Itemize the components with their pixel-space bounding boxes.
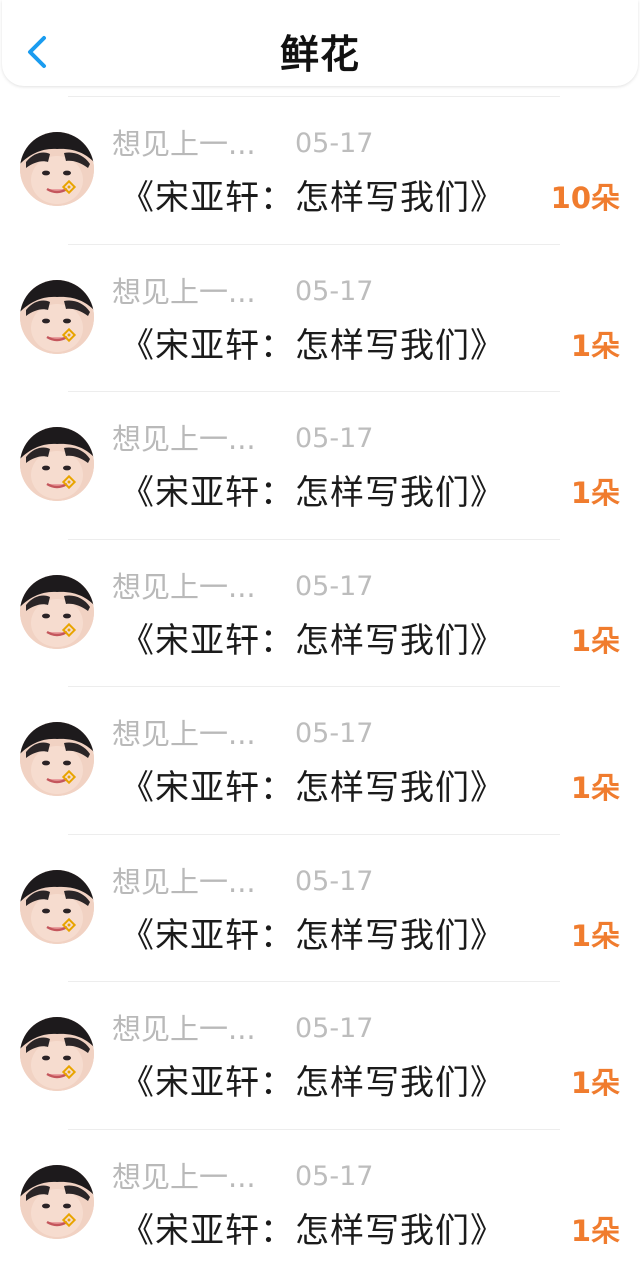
divider (68, 686, 560, 687)
avatar[interactable] (20, 427, 94, 501)
book-title: 《宋亚轩：怎样写我们》 (120, 617, 505, 665)
avatar-image (20, 427, 94, 501)
divider (68, 391, 560, 392)
avatar[interactable] (20, 280, 94, 354)
list-item[interactable]: 想见上一... 05-17 《宋亚轩：怎样写我们》 1朵 (0, 1129, 640, 1276)
user-name: 想见上一... (112, 1157, 256, 1197)
avatar-image (20, 870, 94, 944)
divider (68, 981, 560, 982)
flower-list: 想见上一... 05-17 《宋亚轩：怎样写我们》 10朵 想见上一... 05… (0, 96, 640, 1276)
avatar[interactable] (20, 132, 94, 206)
book-title: 《宋亚轩：怎样写我们》 (120, 1207, 505, 1255)
date-label: 05-17 (295, 862, 373, 902)
book-title: 《宋亚轩：怎样写我们》 (120, 174, 505, 222)
flower-count: 1朵 (571, 324, 620, 368)
flower-count: 1朵 (571, 766, 620, 810)
book-title: 《宋亚轩：怎样写我们》 (120, 764, 505, 812)
user-name: 想见上一... (112, 567, 256, 607)
avatar[interactable] (20, 722, 94, 796)
flower-count: 1朵 (571, 1061, 620, 1105)
avatar-image (20, 1017, 94, 1091)
list-item[interactable]: 想见上一... 05-17 《宋亚轩：怎样写我们》 1朵 (0, 981, 640, 1129)
date-label: 05-17 (295, 567, 373, 607)
user-name: 想见上一... (112, 272, 256, 312)
list-item[interactable]: 想见上一... 05-17 《宋亚轩：怎样写我们》 1朵 (0, 539, 640, 687)
avatar-image (20, 722, 94, 796)
divider (68, 539, 560, 540)
avatar[interactable] (20, 870, 94, 944)
book-title: 《宋亚轩：怎样写我们》 (120, 322, 505, 370)
date-label: 05-17 (295, 714, 373, 754)
avatar[interactable] (20, 1165, 94, 1239)
user-name: 想见上一... (112, 714, 256, 754)
divider (68, 834, 560, 835)
book-title: 《宋亚轩：怎样写我们》 (120, 912, 505, 960)
flower-count: 1朵 (571, 914, 620, 958)
flower-count: 1朵 (571, 1209, 620, 1253)
top-nav-bar: 鲜花 (2, 0, 638, 86)
avatar-image (20, 132, 94, 206)
list-item[interactable]: 想见上一... 05-17 《宋亚轩：怎样写我们》 1朵 (0, 244, 640, 392)
divider (68, 96, 560, 97)
user-name: 想见上一... (112, 419, 256, 459)
flower-count: 10朵 (551, 176, 620, 220)
list-item[interactable]: 想见上一... 05-17 《宋亚轩：怎样写我们》 1朵 (0, 834, 640, 982)
book-title: 《宋亚轩：怎样写我们》 (120, 469, 505, 517)
date-label: 05-17 (295, 124, 373, 164)
avatar-image (20, 280, 94, 354)
divider (68, 244, 560, 245)
user-name: 想见上一... (112, 124, 256, 164)
date-label: 05-17 (295, 1157, 373, 1197)
page-title: 鲜花 (2, 30, 638, 74)
avatar-image (20, 1165, 94, 1239)
avatar[interactable] (20, 1017, 94, 1091)
date-label: 05-17 (295, 1009, 373, 1049)
book-title: 《宋亚轩：怎样写我们》 (120, 1059, 505, 1107)
divider (68, 1129, 560, 1130)
date-label: 05-17 (295, 272, 373, 312)
avatar-image (20, 575, 94, 649)
user-name: 想见上一... (112, 862, 256, 902)
list-item[interactable]: 想见上一... 05-17 《宋亚轩：怎样写我们》 1朵 (0, 391, 640, 539)
flower-count: 1朵 (571, 619, 620, 663)
list-item[interactable]: 想见上一... 05-17 《宋亚轩：怎样写我们》 10朵 (0, 96, 640, 244)
user-name: 想见上一... (112, 1009, 256, 1049)
date-label: 05-17 (295, 419, 373, 459)
flower-count: 1朵 (571, 471, 620, 515)
avatar[interactable] (20, 575, 94, 649)
list-item[interactable]: 想见上一... 05-17 《宋亚轩：怎样写我们》 1朵 (0, 686, 640, 834)
